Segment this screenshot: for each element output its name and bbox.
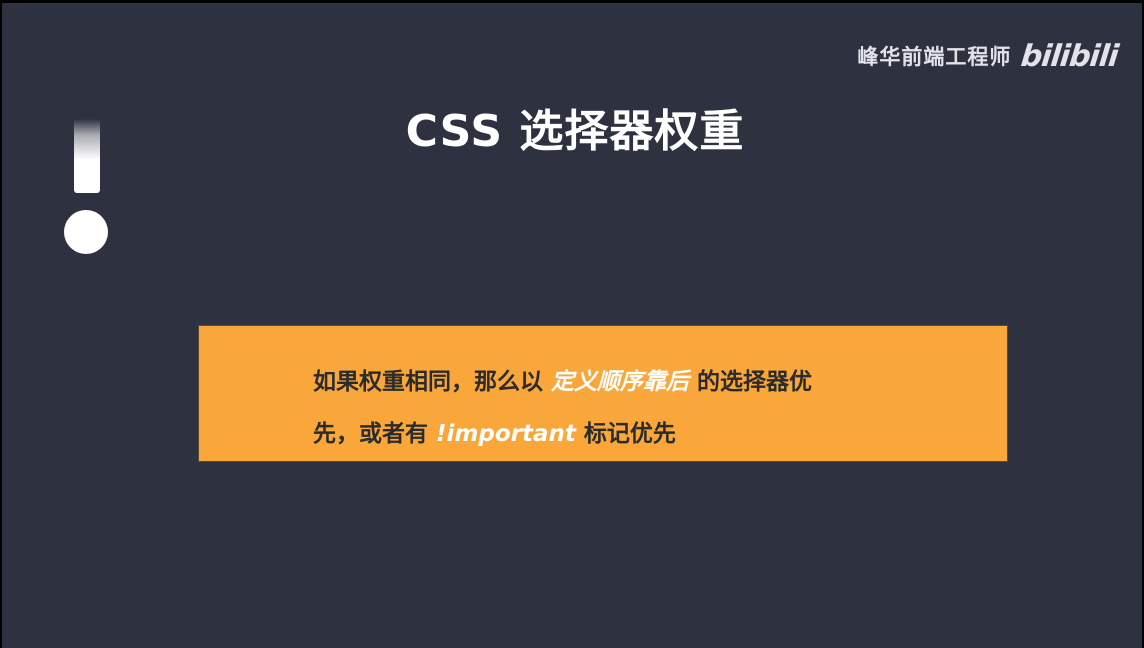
- channel-name: 峰华前端工程师: [857, 45, 1012, 69]
- bilibili-logo: bilibili: [1019, 38, 1120, 74]
- callout-line1-suffix: 的选择器优: [689, 369, 813, 395]
- callout-box: 如果权重相同，那么以 定义顺序靠后 的选择器优 先，或者有 !important…: [198, 325, 1008, 462]
- slide-title: CSS 选择器权重: [405, 106, 745, 157]
- callout-line1-prefix: 如果权重相同，那么以: [313, 369, 552, 395]
- callout-text: 如果权重相同，那么以 定义顺序靠后 的选择器优 先，或者有 !important…: [313, 356, 953, 460]
- callout-line2-emphasis: !important: [436, 421, 576, 447]
- channel-watermark: 峰华前端工程师 bilibili: [857, 38, 1120, 74]
- callout-line2-suffix: 标记优先: [575, 421, 676, 447]
- callout-line2-prefix: 先，或者有: [313, 421, 437, 447]
- slide: 峰华前端工程师 bilibili CSS 选择器权重 如果权重相同，那么以 定义…: [2, 3, 1142, 648]
- callout-line1-emphasis: 定义顺序靠后: [551, 369, 690, 395]
- exclamation-dot: [64, 210, 108, 254]
